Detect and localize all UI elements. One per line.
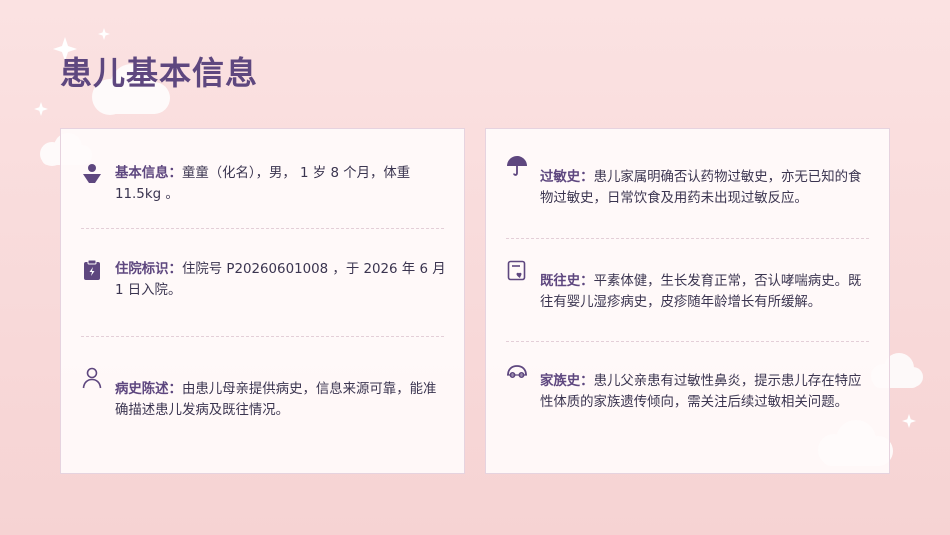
family-history-item: 家族史：患儿父亲患有过敏性鼻炎，提示患儿存在特应性体质的家族遗传倾向，需关注后续…: [506, 359, 871, 413]
allergy-item: 过敏史：患儿家属明确否认药物过敏史，亦无已知的食物过敏史，日常饮食及用药未出现过…: [506, 155, 871, 209]
page-title: 患儿基本信息: [60, 54, 259, 92]
divider: [81, 336, 444, 337]
family-icon: [507, 365, 527, 379]
clipboard-icon: [84, 259, 100, 280]
basic-info-card: 基本信息：童童（化名），男， 1 岁 8 个月，体重 11.5kg 。 住院标识…: [60, 128, 465, 474]
divider: [506, 238, 869, 239]
item-label: 病史陈述：: [115, 382, 182, 397]
medical-record-icon: [507, 260, 526, 281]
divider: [506, 341, 869, 342]
star-icon: [34, 102, 48, 116]
item-label: 家族史：: [540, 374, 594, 389]
past-history-item: 既往史：平素体健，生长发育正常，否认哮喘病史。既往有婴儿湿疹病史，皮疹随年龄增长…: [506, 259, 871, 313]
user-icon: [82, 367, 102, 389]
divider: [81, 228, 444, 229]
history-card: 过敏史：患儿家属明确否认药物过敏史，亦无已知的食物过敏史，日常饮食及用药未出现过…: [485, 128, 890, 474]
history-statement-item: 病史陈述：由患儿母亲提供病史，信息来源可靠，能准确描述患儿发病及既往情况。: [81, 367, 446, 421]
item-label: 住院标识：: [115, 262, 182, 277]
star-icon: [98, 28, 110, 40]
item-label: 既往史：: [540, 274, 594, 289]
umbrella-icon: [507, 156, 527, 176]
admission-item: 住院标识：住院号 P20260601008 ，于 2026 年 6 月 1 日入…: [81, 259, 446, 301]
basic-info-item: 基本信息：童童（化名），男， 1 岁 8 个月，体重 11.5kg 。: [81, 163, 446, 205]
item-label: 基本信息：: [115, 166, 182, 181]
person-icon: [83, 164, 101, 183]
star-icon: [902, 414, 916, 428]
item-label: 过敏史：: [540, 170, 594, 185]
